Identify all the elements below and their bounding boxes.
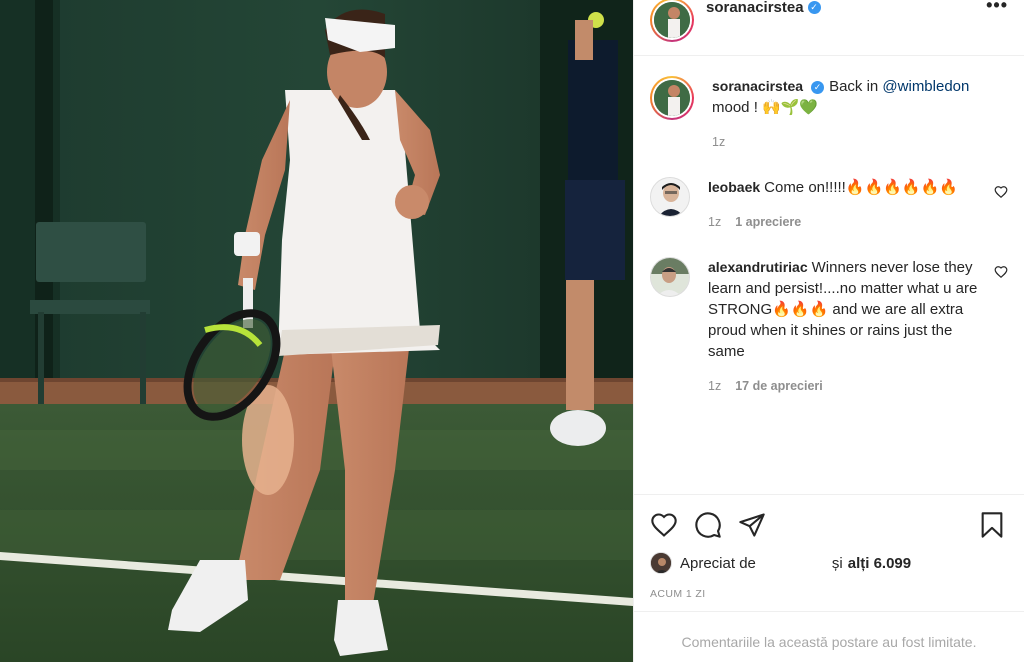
caption: soranacirstea ✓ Back in @wimbledon mood ! … [650,76,1008,153]
share-icon[interactable] [738,511,766,539]
avatar-image [654,1,690,38]
post-photo[interactable] [0,0,633,662]
bookmark-icon[interactable] [978,511,1006,539]
caption-time[interactable]: 1z [712,132,1008,153]
comment-item: leobaek Come on!!!!!🔥🔥🔥🔥🔥🔥 1z 1 apreciere [650,177,1008,233]
comment-icon[interactable] [694,511,722,539]
comment-time[interactable]: 1z [708,215,721,229]
comment-text: Come on!!!!!🔥🔥🔥🔥🔥🔥 [764,179,958,196]
post-panel: soranacirstea ✓ ••• soranacirstea ✓ Back i… [633,0,1024,662]
comment-likes[interactable]: 1 apreciere [735,215,801,229]
comment-item: alexandrutiriac Winners never lose they l… [650,257,1008,397]
post-actions: Apreciat de și alți 6.099 ACUM 1 ZI [634,494,1024,600]
caption-author-username[interactable]: soranacirstea [712,78,803,94]
comment-like-heart-icon[interactable] [994,185,1008,199]
liked-by-prefix: Apreciat de [680,554,756,572]
more-options-icon[interactable]: ••• [986,0,1008,16]
caption-author-avatar[interactable] [650,76,694,120]
comment-time[interactable]: 1z [708,379,721,393]
commenter-avatar[interactable] [650,177,690,217]
commenter-username[interactable]: leobaek [708,179,760,195]
comment-meta: 1z 17 de aprecieri [708,376,986,397]
tennis-player-photo [0,0,633,662]
likes-summary: Apreciat de și alți 6.099 [650,552,1008,574]
avatar-image [654,80,690,116]
comments-list[interactable]: soranacirstea ✓ Back in @wimbledon mood ! … [634,56,1024,494]
action-icons [650,509,1008,541]
caption-text-after: mood ! 🙌🌱💚 [712,99,819,116]
heart-icon[interactable] [650,511,678,539]
liked-by-others[interactable]: alți 6.099 [848,555,911,572]
comment-like-heart-icon[interactable] [994,265,1008,279]
post-timestamp[interactable]: ACUM 1 ZI [650,588,1008,600]
post-header: soranacirstea ✓ ••• [634,0,1024,56]
comments-limited-notice: Comentariile la această postare au fost … [634,611,1024,662]
commenter-avatar[interactable] [650,257,690,297]
mention-link[interactable]: @wimbledon [882,78,969,95]
liked-by-avatar[interactable] [650,552,672,574]
liked-by-connector: și [831,554,843,572]
commenter-username[interactable]: alexandrutiriac [708,259,808,275]
verified-badge-icon: ✓ [807,1,821,14]
comment-likes[interactable]: 17 de aprecieri [735,379,823,393]
liked-by-user-redacted[interactable] [756,556,832,570]
author-username[interactable]: soranacirstea [706,0,804,16]
caption-text-before: Back in [829,78,883,95]
comment-meta: 1z 1 apreciere [708,212,986,233]
verified-badge-icon: ✓ [811,81,825,94]
author-avatar[interactable] [650,0,694,42]
